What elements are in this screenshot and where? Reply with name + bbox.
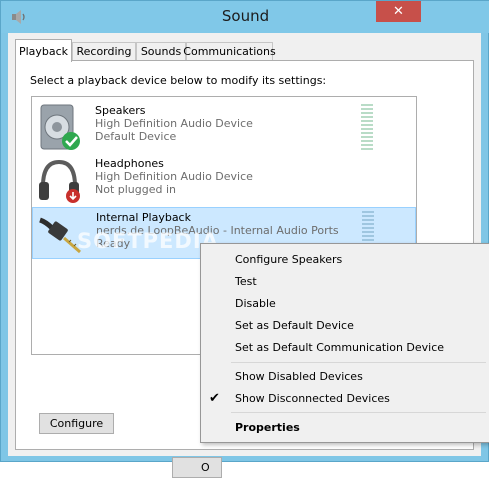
- close-button[interactable]: ✕: [376, 1, 421, 22]
- configure-button[interactable]: Configure: [39, 413, 114, 434]
- menu-item-show-disconnected-devices[interactable]: ✔ Show Disconnected Devices: [201, 388, 489, 410]
- device-name: Speakers: [95, 104, 146, 117]
- menu-item-set-default-device[interactable]: Set as Default Device: [201, 315, 489, 337]
- device-description: High Definition Audio Device: [95, 170, 253, 183]
- instruction-text: Select a playback device below to modify…: [30, 74, 327, 87]
- device-name: Headphones: [95, 157, 164, 170]
- level-meter: [361, 104, 373, 150]
- tab-recording[interactable]: Recording: [72, 42, 136, 60]
- context-menu: Configure Speakers Test Disable Set as D…: [200, 243, 489, 443]
- device-name: Internal Playback: [96, 211, 191, 224]
- headphones-icon: [39, 159, 80, 203]
- menu-item-show-disabled-devices[interactable]: Show Disabled Devices: [201, 366, 489, 388]
- menu-item-label: Set as Default Communication Device: [235, 341, 445, 354]
- menu-item-label: Show Disabled Devices: [235, 370, 363, 383]
- menu-item-disable[interactable]: Disable: [201, 293, 489, 315]
- check-icon: ✔: [209, 391, 220, 406]
- menu-item-label: Test: [235, 275, 257, 288]
- menu-item-label: Set as Default Device: [235, 319, 354, 332]
- menu-item-label: Disable: [235, 297, 276, 310]
- menu-item-set-default-communication-device[interactable]: Set as Default Communication Device: [201, 337, 489, 359]
- menu-item-label: Configure Speakers: [235, 253, 343, 266]
- device-status: Not plugged in: [95, 183, 177, 196]
- watermark-text: SOFTPEDIA: [77, 229, 219, 253]
- speaker-icon: [40, 104, 80, 150]
- menu-separator: [231, 412, 486, 413]
- menu-item-test[interactable]: Test: [201, 271, 489, 293]
- tab-playback[interactable]: Playback: [15, 39, 72, 62]
- ok-button[interactable]: O: [172, 457, 222, 478]
- menu-separator: [231, 362, 486, 363]
- menu-item-properties[interactable]: Properties: [201, 417, 489, 439]
- device-row-headphones[interactable]: Headphones High Definition Audio Device …: [32, 154, 416, 206]
- device-status: Default Device: [95, 130, 177, 143]
- title-bar[interactable]: Sound ✕: [1, 1, 489, 33]
- menu-item-label: Show Disconnected Devices: [235, 392, 390, 405]
- menu-item-label: Properties: [235, 421, 300, 434]
- tab-sounds[interactable]: Sounds: [136, 42, 186, 60]
- tab-communications[interactable]: Communications: [183, 42, 276, 60]
- device-row-speakers[interactable]: Speakers High Definition Audio Device De…: [32, 101, 416, 153]
- device-description: High Definition Audio Device: [95, 117, 253, 130]
- menu-item-configure-speakers[interactable]: Configure Speakers: [201, 249, 489, 271]
